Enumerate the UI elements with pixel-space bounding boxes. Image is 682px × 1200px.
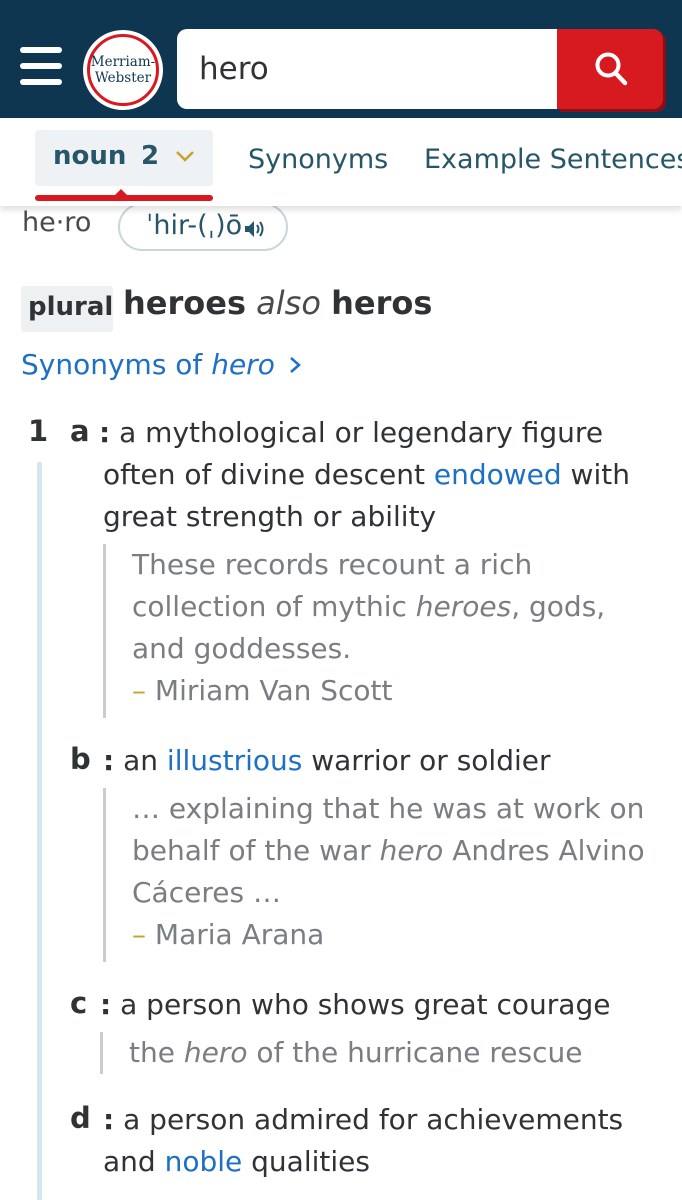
definition-b: : an illustrious warrior or soldier [103, 740, 648, 782]
quote-b-attribution: Maria Arana [154, 918, 325, 951]
quote-a-attribution: Miriam Van Scott [154, 674, 393, 707]
tab-noun-label: noun [53, 141, 127, 171]
synonyms-link[interactable]: Synonyms of hero [21, 348, 302, 381]
plural-form-1: heroes [123, 284, 246, 322]
sense-number: 1 [28, 414, 49, 448]
def-colon: : [103, 1103, 115, 1136]
definition-d: : a person admired for achievements and … [103, 1099, 648, 1183]
link-illustrious[interactable]: illustrious [167, 744, 302, 777]
tab-noun[interactable]: noun 2 [35, 130, 213, 186]
plural-label: plural [28, 292, 114, 322]
definition-b-text-1: an [123, 744, 159, 777]
example-quote-b: … explaining that he was at work on beha… [103, 788, 648, 962]
quote-b-italic: hero [379, 834, 444, 867]
attribution-dash: – [132, 918, 146, 951]
quote-c-text-2: of the hurricane rescue [256, 1036, 583, 1069]
search-input[interactable] [177, 29, 557, 109]
def-colon: : [99, 416, 111, 449]
pronunciation-button[interactable]: ˈhir-(ˌ)ō [118, 203, 288, 251]
chevron-right-icon [289, 357, 301, 373]
tab-noun-count: 2 [141, 141, 160, 171]
example-quote-c: the hero of the hurricane rescue [100, 1032, 660, 1074]
attribution-dash: – [132, 674, 146, 707]
search-icon [595, 52, 628, 86]
definition-d-text-2: qualities [251, 1145, 370, 1178]
def-colon: : [100, 988, 112, 1021]
plural-label-badge: plural [21, 286, 113, 332]
search-box [177, 29, 559, 109]
headword-syllables: he·ro [22, 207, 92, 238]
plural-forms: heroes also heros [123, 284, 432, 322]
definition-b-text-2: warrior or soldier [311, 744, 551, 777]
sense-rail [37, 462, 42, 1200]
chevron-down-icon [176, 151, 194, 162]
logo-line-2: Webster [94, 70, 152, 86]
link-noble[interactable]: noble [165, 1145, 243, 1178]
link-endowed[interactable]: endowed [434, 458, 562, 491]
quote-c-text-1: the [129, 1036, 175, 1069]
synonyms-link-word: hero [211, 348, 275, 381]
tab-synonyms[interactable]: Synonyms [248, 144, 388, 175]
plural-form-2: heros [331, 284, 433, 322]
pronunciation-text: ˈhir-(ˌ)ō [146, 210, 243, 241]
example-quote-a: These records recount a rich collection … [103, 544, 648, 718]
merriam-webster-logo[interactable]: Merriam- Webster [83, 30, 163, 110]
sense-letter-a: a [70, 414, 90, 448]
def-colon: : [103, 744, 115, 777]
sense-letter-d: d [70, 1101, 91, 1135]
synonyms-link-prefix: Synonyms of [21, 348, 203, 381]
definition-a: : a mythological or legendary figure oft… [99, 412, 648, 538]
active-tab-indicator [35, 189, 213, 201]
definition-c: : a person who shows great courage [100, 984, 660, 1026]
section-tabs: noun 2 Synonyms Example Sentences [0, 118, 682, 206]
sense-letter-b: b [70, 742, 91, 776]
logo-line-1: Merriam- [90, 54, 156, 70]
tab-example-sentences[interactable]: Example Sentences [424, 144, 682, 175]
quote-a-italic: heroes [415, 590, 512, 623]
site-header: Merriam- Webster [0, 0, 682, 118]
speaker-icon [245, 221, 264, 237]
sense-letter-c: c [70, 986, 88, 1020]
plural-also: also [256, 284, 321, 322]
hamburger-menu-icon[interactable] [20, 47, 64, 87]
quote-c-italic: hero [183, 1036, 248, 1069]
definition-c-text: a person who shows great courage [120, 988, 611, 1021]
search-button[interactable] [557, 29, 663, 109]
